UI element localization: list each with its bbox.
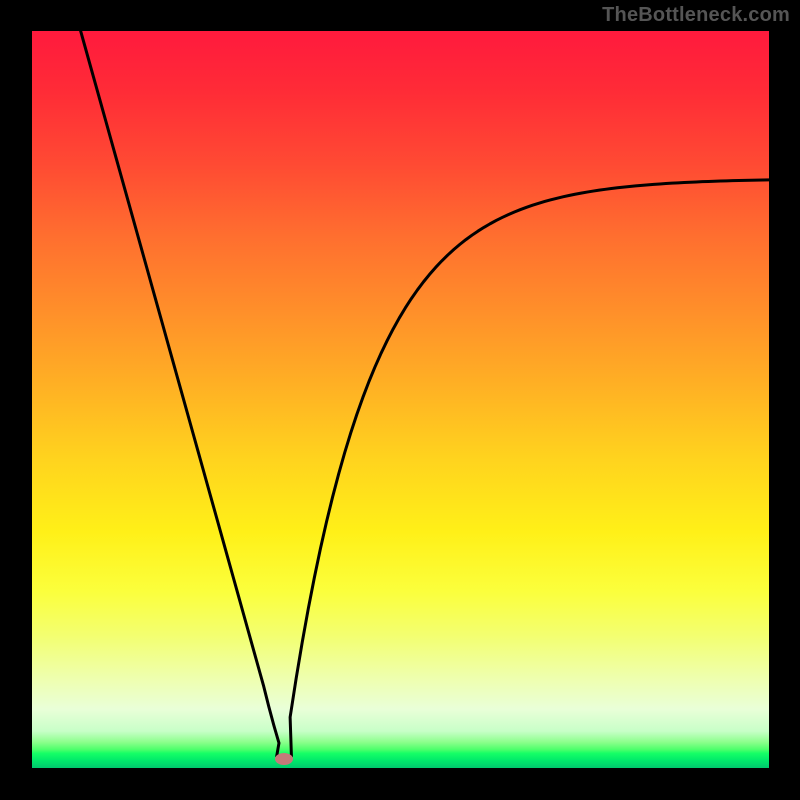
chart-container: TheBottleneck.com xyxy=(0,0,800,800)
plot-background xyxy=(32,31,769,768)
watermark-label: TheBottleneck.com xyxy=(602,4,790,27)
